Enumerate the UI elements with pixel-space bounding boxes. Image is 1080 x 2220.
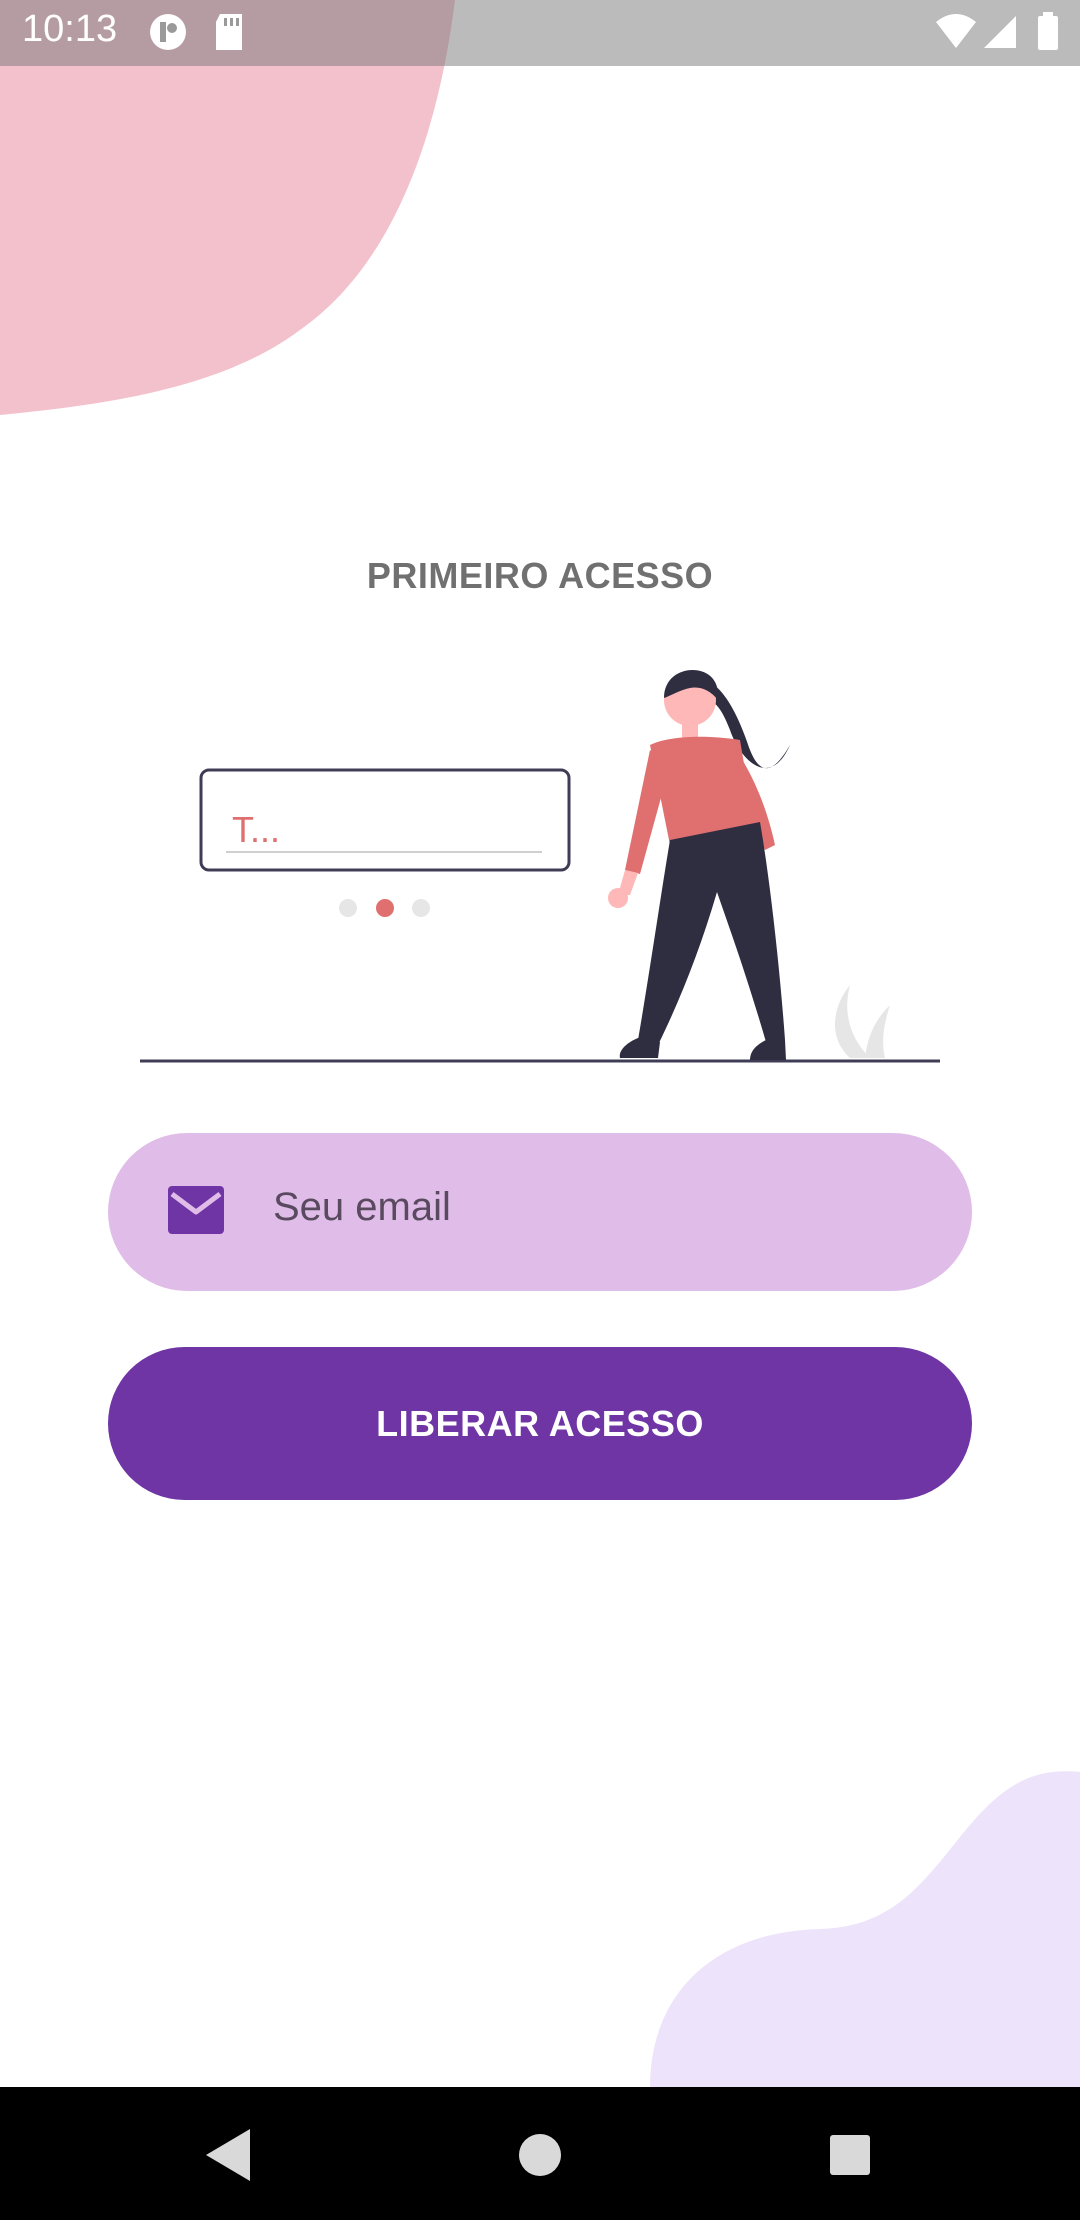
illustration: T...: [140, 670, 940, 1063]
back-icon[interactable]: [188, 2115, 268, 2195]
battery-icon: [1038, 12, 1058, 50]
home-icon[interactable]: [500, 2115, 580, 2195]
envelope-icon: [168, 1186, 224, 1234]
status-time: 10:13: [22, 8, 118, 50]
plant-icon: [835, 985, 870, 1058]
dot-2: [376, 899, 394, 917]
dot-1: [339, 899, 357, 917]
wifi-icon: [936, 14, 976, 48]
illustration-text: T...: [232, 809, 280, 850]
status-bar: 10:13: [0, 0, 1080, 66]
app-notification-icon: [150, 14, 186, 50]
dot-3: [412, 899, 430, 917]
recents-icon[interactable]: [810, 2115, 890, 2195]
page-title: PRIMEIRO ACESSO: [366, 555, 714, 596]
sd-card-icon: [216, 14, 242, 50]
email-placeholder: Seu email: [273, 1185, 451, 1229]
decorative-blob-bottom: [650, 1771, 1080, 2087]
email-input[interactable]: Seu email: [108, 1133, 972, 1291]
signal-icon: [984, 16, 1016, 48]
liberar-acesso-button[interactable]: LIBERAR ACESSO: [108, 1347, 972, 1500]
navigation-bar: [0, 2087, 1080, 2220]
